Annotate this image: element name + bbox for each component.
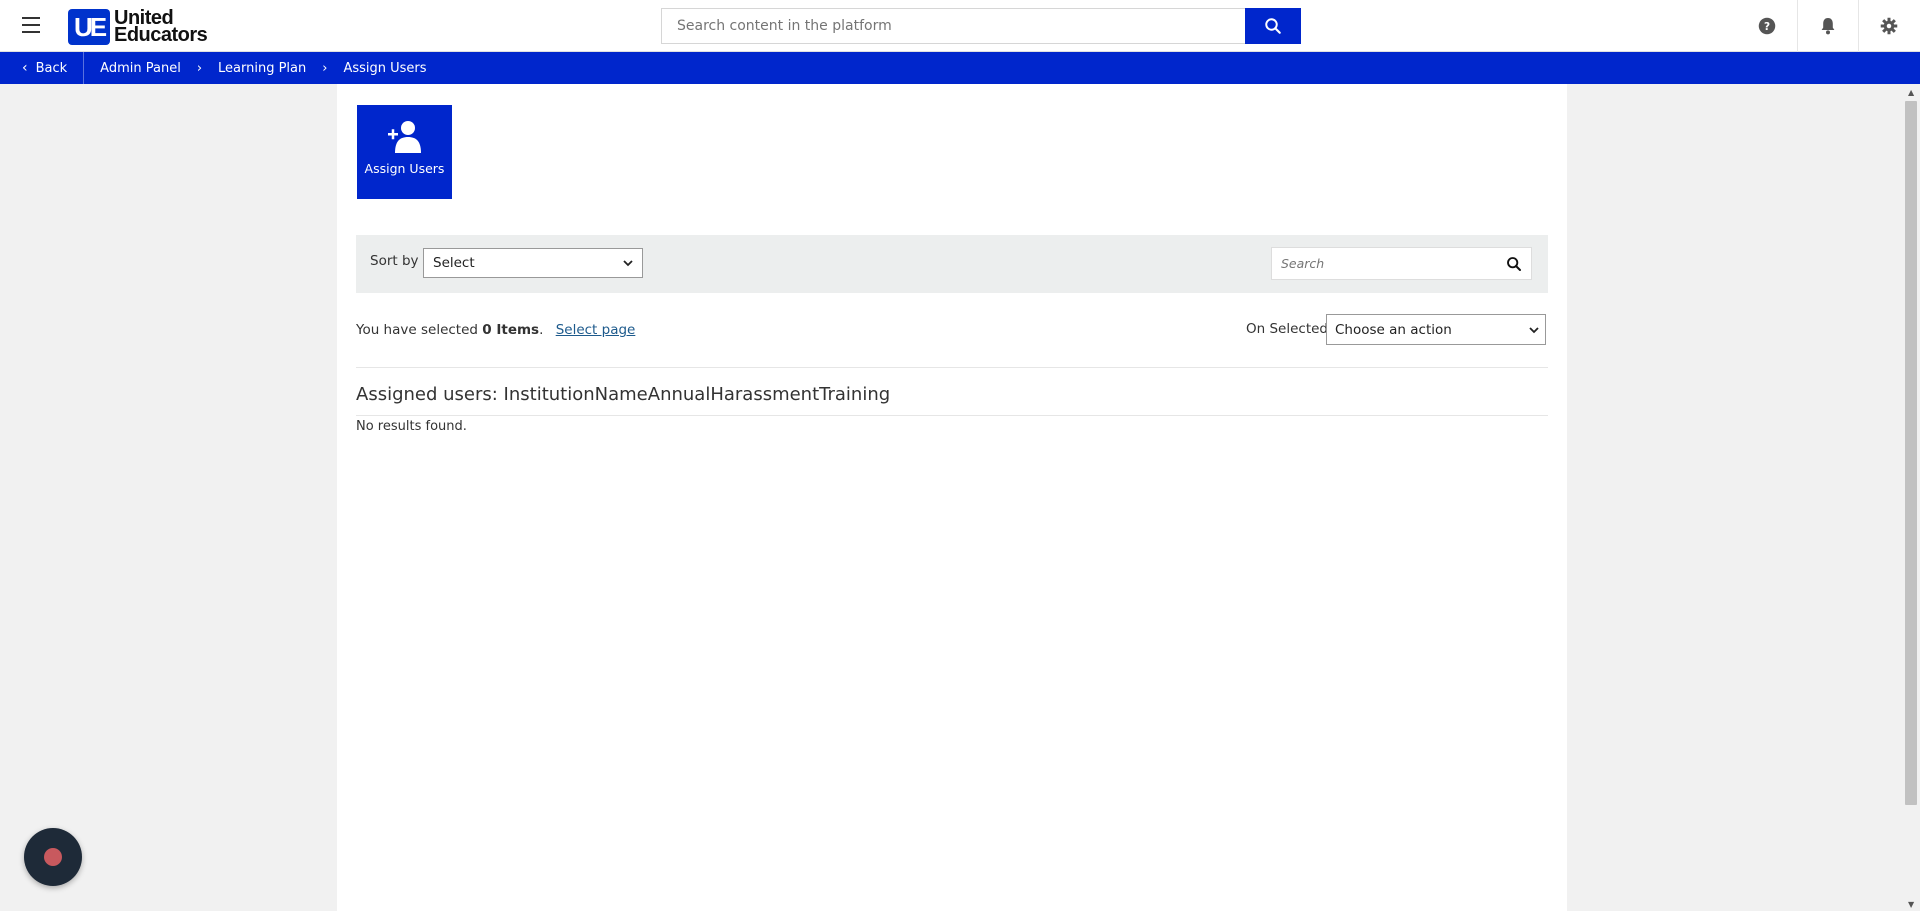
bulk-action-select[interactable]: Choose an action bbox=[1326, 314, 1546, 345]
breadcrumb-assign-users: Assign Users bbox=[343, 60, 427, 76]
logo-text: United Educators bbox=[114, 7, 208, 46]
on-selected-label: On Selected bbox=[1246, 321, 1328, 337]
page-title: Assigned users: InstitutionNameAnnualHar… bbox=[356, 384, 891, 405]
global-search bbox=[661, 8, 1301, 44]
back-label: Back bbox=[35, 60, 68, 76]
breadcrumb: ‹ Back Admin Panel › Learning Plan › Ass… bbox=[0, 52, 1920, 84]
selection-count: 0 Items bbox=[482, 322, 540, 338]
selection-prefix: You have selected bbox=[356, 322, 478, 338]
sort-by-label: Sort by bbox=[370, 253, 419, 269]
divider bbox=[356, 367, 1548, 368]
list-search bbox=[1271, 247, 1532, 280]
global-search-input[interactable] bbox=[661, 8, 1245, 44]
select-page-link[interactable]: Select page bbox=[556, 322, 636, 338]
help-icon: ? bbox=[1758, 17, 1776, 35]
svg-text:?: ? bbox=[1764, 21, 1770, 33]
selection-summary: You have selected 0 Items. Select page bbox=[356, 322, 635, 338]
scroll-thumb[interactable] bbox=[1905, 101, 1917, 805]
notifications-button[interactable] bbox=[1797, 0, 1857, 52]
logo[interactable]: UE United Educators bbox=[68, 7, 208, 46]
empty-message: No results found. bbox=[356, 419, 467, 434]
gear-icon bbox=[1880, 17, 1897, 35]
global-search-button[interactable] bbox=[1245, 8, 1301, 44]
chevron-left-icon: ‹ bbox=[22, 60, 28, 76]
floating-action-button[interactable] bbox=[24, 828, 82, 886]
chevron-right-icon: › bbox=[322, 60, 328, 76]
divider bbox=[356, 415, 1548, 416]
chevron-down-icon bbox=[623, 260, 633, 267]
chevron-down-icon bbox=[1529, 326, 1539, 333]
chevron-right-icon: › bbox=[196, 60, 203, 76]
search-icon bbox=[1265, 18, 1281, 34]
menu-icon[interactable] bbox=[22, 17, 46, 35]
breadcrumb-admin-panel[interactable]: Admin Panel bbox=[84, 61, 181, 76]
settings-button[interactable] bbox=[1858, 0, 1918, 52]
logo-mark: UE bbox=[68, 9, 110, 45]
breadcrumb-learning-plan[interactable]: Learning Plan bbox=[202, 61, 306, 76]
top-header: UE United Educators ? bbox=[0, 0, 1920, 52]
bulk-action-value: Choose an action bbox=[1335, 321, 1452, 338]
add-user-icon bbox=[387, 121, 421, 153]
bell-icon bbox=[1821, 18, 1834, 35]
back-button[interactable]: ‹ Back bbox=[0, 52, 85, 84]
search-icon bbox=[1507, 256, 1521, 271]
selection-suffix: . bbox=[539, 322, 544, 338]
scroll-up-icon[interactable]: ▲ bbox=[1908, 88, 1914, 97]
help-button[interactable]: ? bbox=[1737, 0, 1797, 52]
scroll-down-icon[interactable]: ▼ bbox=[1908, 900, 1914, 909]
assign-users-label: Assign Users bbox=[364, 161, 445, 176]
assign-users-button[interactable]: Assign Users bbox=[357, 105, 452, 199]
sort-by-value: Select bbox=[433, 255, 475, 271]
vertical-scrollbar[interactable]: ▲ ▼ bbox=[1903, 84, 1920, 911]
list-search-button[interactable] bbox=[1497, 249, 1531, 279]
list-search-input[interactable] bbox=[1272, 248, 1497, 279]
record-dot-icon bbox=[44, 848, 62, 866]
main-panel bbox=[337, 84, 1567, 911]
sort-by-select[interactable]: Select bbox=[423, 248, 643, 278]
filter-bar: Sort by Select bbox=[356, 235, 1548, 293]
